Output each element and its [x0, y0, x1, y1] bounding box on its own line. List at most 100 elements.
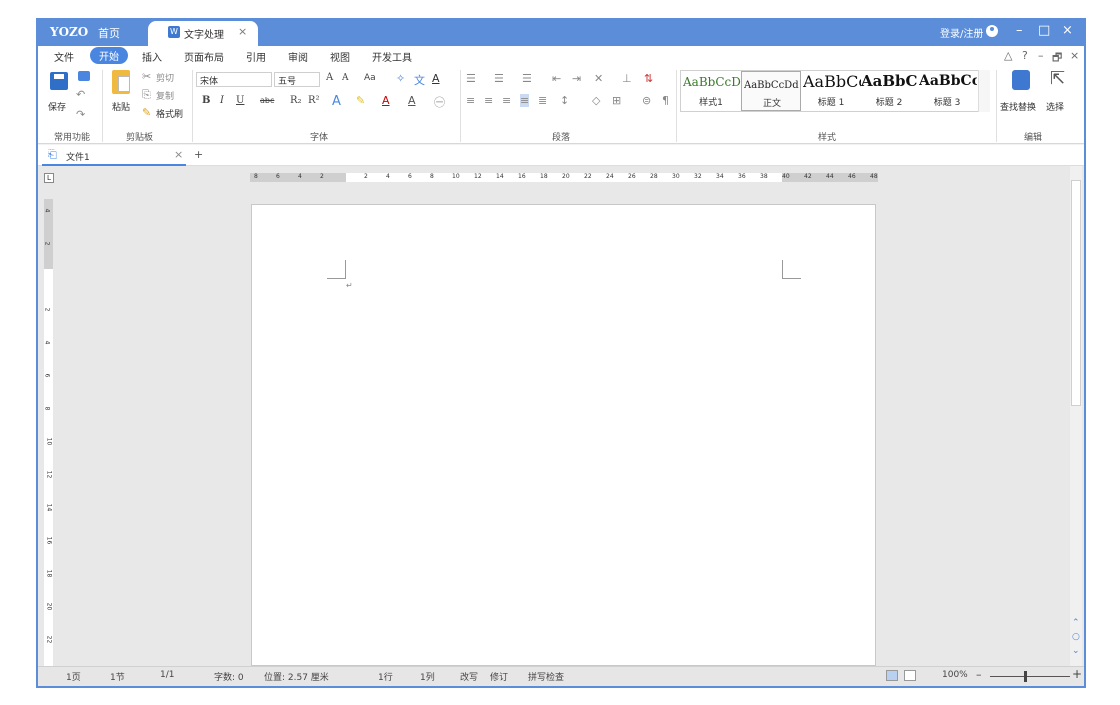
- next-page-icon[interactable]: ⌄: [1072, 646, 1080, 656]
- bold-button[interactable]: B: [202, 95, 210, 106]
- style-item[interactable]: AaBbC 标题 2: [859, 71, 919, 111]
- italic-button[interactable]: I: [220, 95, 224, 106]
- zoom-level[interactable]: 100%: [942, 670, 968, 680]
- superscript-button[interactable]: R²: [308, 95, 320, 106]
- maximize-button[interactable]: □: [1038, 23, 1050, 38]
- highlight-icon[interactable]: ✎: [356, 94, 365, 107]
- shading-icon[interactable]: ◇: [592, 94, 600, 107]
- close-window-button[interactable]: ×: [1062, 23, 1073, 38]
- prev-page-icon[interactable]: ⌃: [1072, 618, 1080, 628]
- zoom-out-button[interactable]: –: [976, 668, 982, 681]
- distribute-icon[interactable]: ≣: [538, 94, 547, 107]
- menu-references[interactable]: 引用: [246, 49, 266, 64]
- copy-label[interactable]: 复制: [156, 89, 174, 102]
- file-tab[interactable]: ⎗ 文件1 ×: [42, 145, 186, 166]
- cursor-select-icon[interactable]: ⇱: [1050, 68, 1065, 89]
- borders-icon[interactable]: ⊞: [612, 94, 621, 107]
- change-case-button[interactable]: Aa: [364, 73, 376, 83]
- strikethrough-button[interactable]: abc: [260, 96, 274, 105]
- zoom-slider-thumb[interactable]: [1024, 671, 1027, 682]
- justify-icon[interactable]: ≡: [520, 94, 530, 107]
- font-size-select[interactable]: 五号: [274, 72, 320, 87]
- save-icon[interactable]: [50, 72, 68, 90]
- menu-file[interactable]: 文件: [54, 49, 74, 64]
- copy-icon[interactable]: ⎘: [142, 88, 151, 102]
- redo-icon[interactable]: ↷: [76, 108, 85, 121]
- char-shading-icon[interactable]: A: [408, 94, 416, 107]
- text-effect-icon[interactable]: A: [332, 94, 341, 109]
- phonetic-guide-icon[interactable]: 文: [414, 72, 425, 88]
- font-name-select[interactable]: 宋体: [196, 72, 272, 87]
- select-label[interactable]: 选择: [1046, 100, 1064, 113]
- text-align-icon[interactable]: ⊥: [622, 72, 632, 85]
- document-page[interactable]: ↵: [251, 204, 876, 666]
- paragraph-mark-icon[interactable]: ¶: [662, 94, 669, 107]
- tab-stop-selector[interactable]: L: [44, 173, 54, 183]
- word-processing-tab[interactable]: W 文字处理 ×: [148, 21, 258, 46]
- char-border-icon[interactable]: A: [432, 72, 440, 85]
- minimize-button[interactable]: –: [1016, 23, 1023, 38]
- format-painter-label[interactable]: 格式刷: [156, 107, 183, 120]
- home-tab[interactable]: 首页: [98, 25, 120, 41]
- zoom-in-button[interactable]: +: [1072, 667, 1082, 681]
- menu-view[interactable]: 视图: [330, 49, 350, 64]
- status-spell-check[interactable]: 拼写检查: [528, 670, 564, 683]
- zoom-slider[interactable]: [990, 676, 1070, 677]
- align-right-icon[interactable]: ≡: [502, 94, 511, 107]
- multilevel-list-icon[interactable]: ☰: [522, 72, 532, 85]
- chinese-layout-icon[interactable]: ✕: [594, 72, 603, 85]
- numbering-icon[interactable]: ☰: [494, 72, 504, 85]
- style-gallery-scroll[interactable]: [978, 70, 990, 112]
- new-tab-icon[interactable]: +: [194, 148, 203, 161]
- bullets-icon[interactable]: ☰: [466, 72, 476, 85]
- web-view-button[interactable]: [904, 670, 916, 681]
- style-item[interactable]: AaBbCcI 标题 3: [917, 71, 977, 111]
- paste-label[interactable]: 粘贴: [112, 100, 130, 113]
- find-replace-label[interactable]: 查找替换: [1000, 100, 1036, 113]
- menu-review[interactable]: 审阅: [288, 49, 308, 64]
- paste-icon[interactable]: [112, 70, 130, 94]
- decrease-indent-icon[interactable]: ⇤: [552, 72, 561, 85]
- scrollbar-thumb[interactable]: [1071, 180, 1081, 406]
- login-register-link[interactable]: 登录/注册: [940, 25, 983, 40]
- help-icon[interactable]: ?: [1022, 49, 1028, 62]
- style-item[interactable]: AaBbCcDd 样式1: [681, 71, 741, 111]
- browse-object-icon[interactable]: ○: [1072, 632, 1080, 642]
- enclose-char-icon[interactable]: ㊀: [434, 94, 445, 110]
- binoculars-icon[interactable]: [1012, 70, 1030, 90]
- show-hide-icon[interactable]: ⊜: [642, 94, 651, 107]
- shrink-font-button[interactable]: A: [342, 73, 349, 83]
- close-file-tab-icon[interactable]: ×: [174, 148, 183, 161]
- close-tab-icon[interactable]: ×: [238, 25, 247, 38]
- align-center-icon[interactable]: ≡: [484, 94, 493, 107]
- underline-button[interactable]: U: [236, 95, 244, 106]
- increase-indent-icon[interactable]: ⇥: [572, 72, 581, 85]
- vertical-scrollbar[interactable]: ⌃ ○ ⌄: [1070, 166, 1082, 666]
- save-label[interactable]: 保存: [48, 100, 66, 113]
- line-spacing-icon[interactable]: ↕: [560, 94, 569, 107]
- menu-insert[interactable]: 插入: [142, 49, 162, 64]
- grow-font-button[interactable]: A: [326, 72, 333, 83]
- doc-close-icon[interactable]: ×: [1070, 49, 1079, 62]
- status-word-count[interactable]: 字数: 0: [214, 670, 244, 683]
- menu-home[interactable]: 开始: [90, 47, 128, 64]
- undo-icon[interactable]: ↶: [76, 88, 85, 101]
- align-left-icon[interactable]: ≡: [466, 94, 475, 107]
- status-overtype[interactable]: 改写: [460, 670, 478, 683]
- font-color-icon[interactable]: A: [382, 94, 390, 107]
- cut-icon[interactable]: ✂: [142, 70, 151, 83]
- subscript-button[interactable]: R₂: [290, 95, 302, 106]
- vertical-ruler[interactable]: 4 2 2 4 6 8 10 12 14 16 18 20 22: [43, 199, 53, 666]
- horizontal-ruler[interactable]: 8 6 4 2 2 4 6 8 10 12 14 16 18 20 22 24 26 28 30 32 34 36 38 40…: [250, 173, 878, 182]
- print-icon[interactable]: [78, 71, 90, 81]
- status-track-changes[interactable]: 修订: [490, 670, 508, 683]
- clear-format-icon[interactable]: ✧: [396, 72, 405, 85]
- page-view-button[interactable]: [886, 670, 898, 681]
- cut-label[interactable]: 剪切: [156, 71, 174, 84]
- style-item[interactable]: AaBbCcDd 正文: [741, 71, 801, 111]
- format-painter-icon[interactable]: ✎: [142, 106, 151, 119]
- menu-developer[interactable]: 开发工具: [372, 49, 412, 64]
- sort-icon[interactable]: ⇅: [644, 72, 653, 85]
- style-item[interactable]: AaBbCc 标题 1: [801, 71, 861, 111]
- user-icon[interactable]: [986, 25, 998, 37]
